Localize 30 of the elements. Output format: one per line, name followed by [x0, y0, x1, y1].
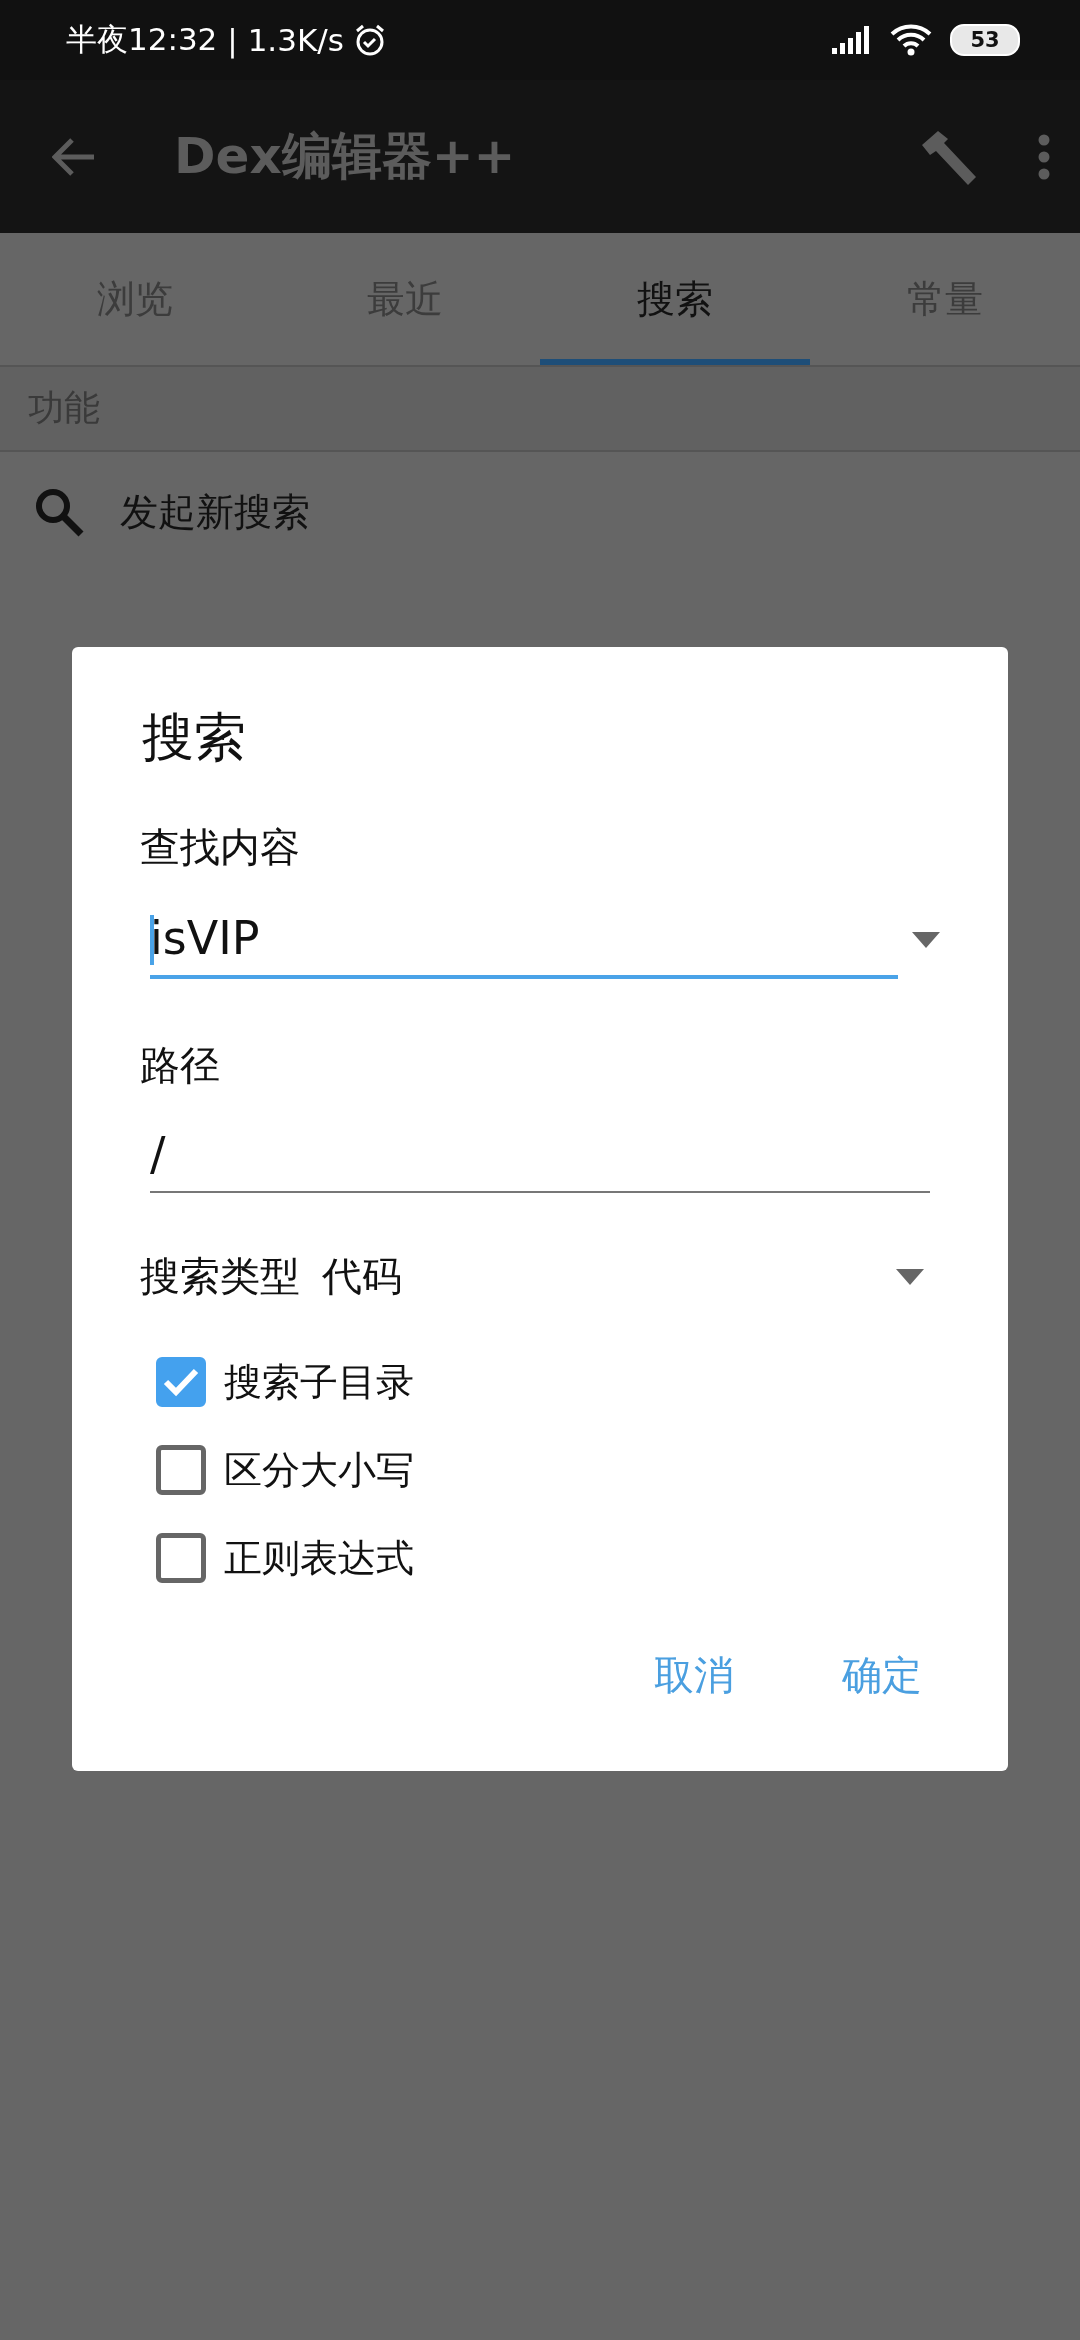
- checkbox-label[interactable]: 正则表达式: [224, 1532, 414, 1584]
- status-time: 半夜12:32: [66, 20, 218, 59]
- input-field[interactable]: /: [150, 1121, 930, 1193]
- wifi-icon: [890, 24, 932, 56]
- search-icon[interactable]: [34, 487, 84, 537]
- alarm-icon: [353, 23, 386, 57]
- check-icon: [163, 1367, 199, 1397]
- more-options-icon[interactable]: [1038, 133, 1050, 180]
- checkbox[interactable]: [156, 1357, 206, 1407]
- signal-icon: [832, 26, 872, 54]
- app-title: Dex编辑器++: [174, 126, 517, 187]
- back-arrow-icon[interactable]: [52, 136, 96, 177]
- checkbox[interactable]: [156, 1533, 206, 1583]
- dialog-button[interactable]: 确定: [838, 1640, 926, 1711]
- field-label: 查找内容: [140, 827, 301, 867]
- dropdown-caret-icon[interactable]: [912, 932, 940, 948]
- dialog-button[interactable]: 取消: [650, 1640, 738, 1711]
- checkbox[interactable]: [156, 1445, 206, 1495]
- battery-indicator: 53: [950, 24, 1020, 56]
- checkbox-label[interactable]: 区分大小写: [224, 1444, 414, 1496]
- dropdown-value[interactable]: 代码: [322, 1249, 874, 1304]
- checkbox-label[interactable]: 搜索子目录: [224, 1356, 414, 1408]
- network-speed: | 1.3K/s: [227, 22, 344, 58]
- list-item-label[interactable]: 发起新搜索: [120, 486, 310, 538]
- tab[interactable]: 搜索: [540, 233, 810, 365]
- dialog-title: 搜索: [142, 711, 247, 763]
- dropdown-caret-icon[interactable]: [896, 1268, 924, 1285]
- field-label: 搜索类型: [140, 1252, 300, 1301]
- input-field[interactable]: isVIP: [150, 901, 898, 979]
- field-label: 路径: [140, 1045, 221, 1085]
